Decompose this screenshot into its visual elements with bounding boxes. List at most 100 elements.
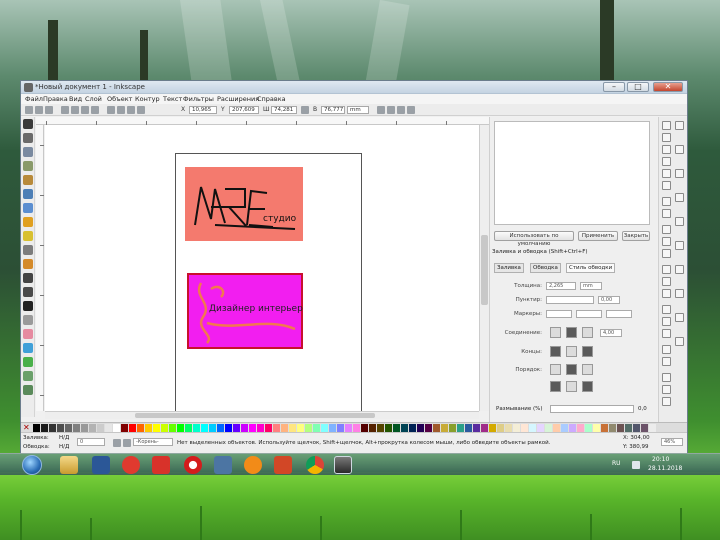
apply-button[interactable]: Применить — [578, 231, 618, 241]
swatch-cyan[interactable] — [201, 424, 208, 432]
vertical-scroll-thumb[interactable] — [481, 235, 488, 305]
round-cap-icon[interactable] — [566, 346, 577, 357]
order-fill-stroke-icon[interactable] — [550, 364, 561, 375]
transform-gradients-icon[interactable] — [397, 106, 405, 114]
swatch[interactable] — [161, 424, 168, 432]
miter-join-icon[interactable] — [550, 327, 561, 338]
swatch[interactable] — [81, 424, 88, 432]
swatch[interactable] — [105, 424, 112, 432]
swatch[interactable] — [537, 424, 544, 432]
swatch[interactable] — [633, 424, 640, 432]
paint-bucket-tool-icon[interactable] — [23, 343, 33, 353]
swatch[interactable] — [609, 424, 616, 432]
swatch[interactable] — [73, 424, 80, 432]
swatch[interactable] — [305, 424, 312, 432]
fill-stroke-dialog-icon[interactable] — [662, 373, 671, 382]
swatch[interactable] — [257, 424, 264, 432]
swatch[interactable] — [329, 424, 336, 432]
swatch[interactable] — [321, 424, 328, 432]
swatch[interactable] — [505, 424, 512, 432]
cut-icon[interactable] — [662, 237, 671, 246]
swatch[interactable] — [49, 424, 56, 432]
text-tool-icon[interactable] — [23, 301, 33, 311]
width-field[interactable]: 74,281 — [271, 106, 297, 114]
mail-icon[interactable] — [244, 456, 262, 474]
language-indicator[interactable]: RU — [612, 460, 621, 467]
start-button[interactable] — [22, 455, 42, 475]
xml-editor-icon[interactable] — [662, 397, 671, 406]
minimize-button[interactable]: – — [603, 82, 625, 92]
swatch[interactable] — [529, 424, 536, 432]
blur-slider[interactable] — [550, 405, 634, 413]
clock-time[interactable]: 20:10 — [652, 456, 669, 463]
vk-icon[interactable] — [214, 456, 232, 474]
swatch[interactable] — [617, 424, 624, 432]
spray-tool-icon[interactable] — [23, 315, 33, 325]
order-stroke-markers-icon[interactable] — [582, 381, 593, 392]
swatch[interactable] — [497, 424, 504, 432]
swatch[interactable] — [625, 424, 632, 432]
menu-filters[interactable]: Фильтры — [183, 95, 214, 103]
snap-midpoints-icon[interactable] — [675, 241, 684, 250]
zoom-drawing-icon[interactable] — [662, 277, 671, 286]
ungroup-icon[interactable] — [662, 357, 671, 366]
menu-path[interactable]: Контур — [135, 95, 160, 103]
duplicate-icon[interactable] — [662, 305, 671, 314]
menu-file[interactable]: Файл — [25, 95, 43, 103]
designer-card[interactable]: Дизайнер интерьер — [187, 273, 305, 351]
select-all-layers-icon[interactable] — [35, 106, 43, 114]
copy-icon[interactable] — [662, 225, 671, 234]
import-icon[interactable] — [662, 169, 671, 178]
snap-bbox-icon[interactable] — [675, 145, 684, 154]
3d-box-tool-icon[interactable] — [23, 203, 33, 213]
snap-page-icon[interactable] — [675, 289, 684, 298]
node-tool-icon[interactable] — [23, 133, 33, 143]
clone-icon[interactable] — [662, 317, 671, 326]
swatch[interactable] — [649, 424, 656, 432]
lock-proportions-icon[interactable] — [301, 106, 309, 114]
swatch[interactable] — [97, 424, 104, 432]
yandex-browser-icon[interactable] — [152, 456, 170, 474]
swatch[interactable] — [449, 424, 456, 432]
snap-nodes-icon[interactable] — [675, 169, 684, 178]
swatch[interactable] — [41, 424, 48, 432]
swatch[interactable] — [425, 424, 432, 432]
swatch[interactable] — [641, 424, 648, 432]
swatch-green[interactable] — [177, 424, 184, 432]
swatch[interactable] — [441, 424, 448, 432]
tab-stroke-style[interactable]: Стиль обводки — [566, 263, 616, 273]
redo-icon[interactable] — [662, 209, 671, 218]
swatch[interactable] — [521, 424, 528, 432]
tab-fill[interactable]: Заливка — [494, 263, 524, 273]
menu-extensions[interactable]: Расширения — [217, 95, 259, 103]
stroke-value[interactable]: Н/Д — [59, 444, 69, 450]
close-button[interactable]: ✕ — [653, 82, 683, 92]
swatch[interactable] — [577, 424, 584, 432]
zoom-tool-icon[interactable] — [23, 161, 33, 171]
new-document-icon[interactable] — [662, 121, 671, 130]
lower-icon[interactable] — [127, 106, 135, 114]
swatch[interactable] — [481, 424, 488, 432]
fill-value[interactable]: Н/Д — [59, 435, 69, 441]
rotate-ccw-icon[interactable] — [61, 106, 69, 114]
maximize-button[interactable]: □ — [627, 82, 649, 92]
opera-icon[interactable] — [184, 456, 202, 474]
print-icon[interactable] — [662, 157, 671, 166]
swatch[interactable] — [345, 424, 352, 432]
rectangle-tool-icon[interactable] — [23, 189, 33, 199]
spiral-tool-icon[interactable] — [23, 245, 33, 255]
swatch-blue[interactable] — [225, 424, 232, 432]
measure-tool-icon[interactable] — [23, 175, 33, 185]
swatch[interactable] — [281, 424, 288, 432]
swatch[interactable] — [377, 424, 384, 432]
zoom-page-icon[interactable] — [662, 289, 671, 298]
round-join-icon[interactable] — [566, 327, 577, 338]
dash-offset-field[interactable]: 0,00 — [598, 296, 620, 304]
drawing-canvas[interactable]: студио Дизайнер интерьер — [45, 125, 479, 415]
clock-date[interactable]: 28.11.2018 — [648, 465, 682, 472]
swatch[interactable] — [193, 424, 200, 432]
word-icon[interactable] — [92, 456, 110, 474]
square-cap-icon[interactable] — [582, 346, 593, 357]
swatch[interactable] — [209, 424, 216, 432]
swatch[interactable] — [417, 424, 424, 432]
